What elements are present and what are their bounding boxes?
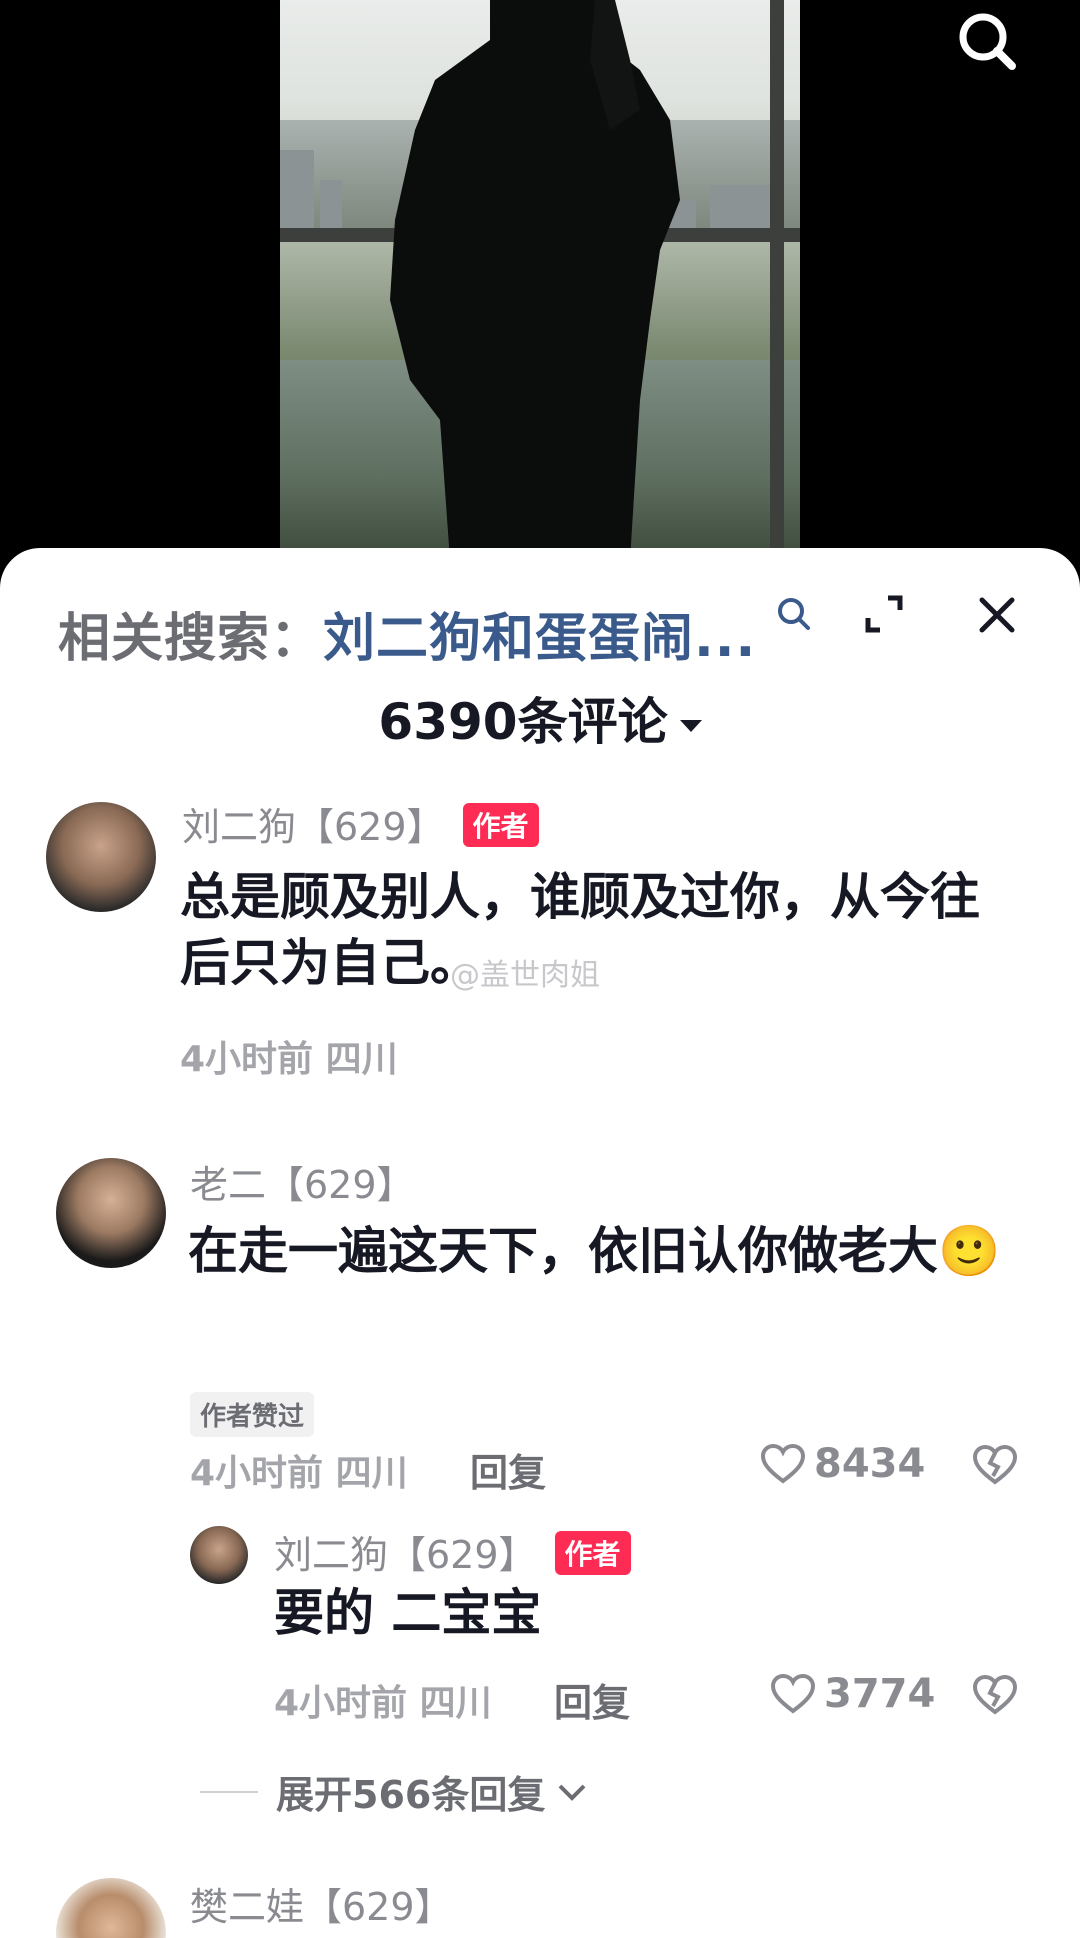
reply-button[interactable]: 回复 xyxy=(470,1442,546,1497)
like-count: 3774 xyxy=(824,1671,936,1717)
comment-username[interactable]: 老二【629】 xyxy=(190,1154,415,1209)
video-player[interactable] xyxy=(0,0,1080,600)
username-text: 刘二狗【629】 xyxy=(274,1533,537,1577)
expand-icon[interactable] xyxy=(862,592,906,636)
avatar[interactable] xyxy=(56,1878,166,1938)
related-search-label: 相关搜索： xyxy=(58,609,324,669)
search-icon[interactable] xyxy=(776,596,812,636)
expand-replies-label: 展开566条回复 xyxy=(276,1773,546,1817)
related-search-link[interactable]: 刘二狗和蛋蛋闹... xyxy=(323,609,756,669)
reply-text: 要的 二宝宝 xyxy=(274,1584,542,1642)
expand-replies-button[interactable]: 展开566条回复 xyxy=(200,1764,587,1819)
like-button[interactable]: 3774 xyxy=(770,1670,935,1718)
comment-meta: 4小时前 四川 xyxy=(190,1453,408,1494)
heart-icon xyxy=(760,1443,806,1484)
reply-username[interactable]: 刘二狗【629】 作者 xyxy=(274,1524,631,1579)
like-count: 8434 xyxy=(814,1441,926,1487)
related-search[interactable]: 相关搜索：刘二狗和蛋蛋闹... xyxy=(58,596,756,671)
comment-sheet: 相关搜索：刘二狗和蛋蛋闹... 6390条评论 刘二狗【629】 作者 总是顾及别… xyxy=(0,548,1080,1938)
search-icon[interactable] xyxy=(952,6,1022,76)
heart-icon xyxy=(770,1673,816,1714)
reply-meta: 4小时前 四川 xyxy=(274,1683,492,1724)
comment-meta: 4小时前 四川 xyxy=(180,1039,398,1080)
username-text: 刘二狗【629】 xyxy=(182,805,445,849)
dislike-icon[interactable] xyxy=(972,1442,1018,1488)
reply-button[interactable]: 回复 xyxy=(554,1672,630,1727)
comment-text: 在走一遍这天下，依旧认你做老大🙂 xyxy=(188,1218,1008,1284)
comment-username[interactable]: 樊二娃【629】 xyxy=(190,1876,453,1931)
avatar[interactable] xyxy=(46,802,156,912)
comment-username[interactable]: 刘二狗【629】 作者 xyxy=(182,796,539,851)
author-liked-badge: 作者赞过 xyxy=(190,1392,315,1437)
close-icon[interactable] xyxy=(974,592,1020,638)
window-frame xyxy=(770,0,784,560)
comment-count-title[interactable]: 6390条评论 xyxy=(0,682,1080,754)
divider-line xyxy=(200,1790,258,1793)
avatar[interactable] xyxy=(190,1526,248,1584)
caret-down-icon xyxy=(679,719,702,732)
emoji: 🙂 xyxy=(938,1222,1001,1280)
author-badge: 作者 xyxy=(462,803,539,847)
watermark: @盖世肉姐 xyxy=(450,958,600,993)
chevron-down-icon xyxy=(558,1784,586,1801)
video-frame xyxy=(280,0,800,560)
silhouette-figure xyxy=(390,0,680,560)
dislike-icon[interactable] xyxy=(972,1672,1018,1718)
comment-text-content: 在走一遍这天下，依旧认你做老大 xyxy=(188,1222,938,1280)
author-badge: 作者 xyxy=(554,1531,631,1575)
avatar[interactable] xyxy=(56,1158,166,1268)
like-button[interactable]: 8434 xyxy=(760,1440,925,1488)
comment-count-text: 6390条评论 xyxy=(378,693,668,751)
